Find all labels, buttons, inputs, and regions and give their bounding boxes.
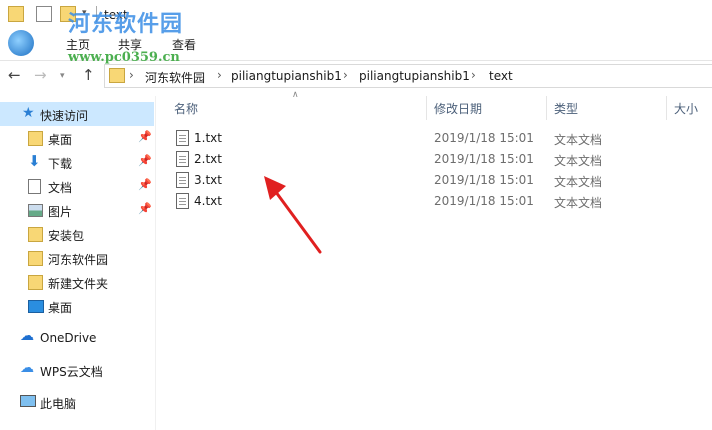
column-divider[interactable] — [666, 96, 667, 120]
sidebar-item-label: 快速访问 — [40, 109, 89, 123]
sidebar-item-label: OneDrive — [40, 331, 97, 345]
column-divider[interactable] — [546, 96, 547, 120]
document-icon — [28, 179, 41, 194]
breadcrumb-item[interactable]: piliangtupianshib1 — [359, 69, 470, 83]
folder-icon — [28, 251, 43, 266]
sidebar-item-label: 此电脑 — [40, 397, 77, 411]
sidebar-item-documents[interactable]: 文档 📌 — [0, 174, 154, 198]
sidebar-item-onedrive[interactable]: ☁ OneDrive — [0, 326, 154, 350]
sidebar-item-label: 下载 — [48, 157, 73, 171]
file-row[interactable]: 3.txt 2019/1/18 15:01 文本文档 — [170, 169, 712, 190]
up-icon[interactable]: ↑ — [82, 66, 95, 84]
column-header-name[interactable]: 名称 — [174, 100, 198, 117]
file-type: 文本文档 — [554, 175, 603, 189]
sidebar-item-label: 文档 — [48, 181, 73, 195]
pin-icon[interactable]: 📌 — [138, 154, 152, 167]
chevron-right-icon: › — [129, 68, 134, 82]
file-date: 2019/1/18 15:01 — [434, 173, 534, 187]
sidebar-item-label: 新建文件夹 — [48, 277, 109, 291]
file-row[interactable]: 2.txt 2019/1/18 15:01 文本文档 — [170, 148, 712, 169]
file-type: 文本文档 — [554, 196, 603, 210]
address-bar[interactable]: › 河东软件园 › piliangtupianshib1 › piliangtu… — [104, 64, 712, 88]
sidebar-item-label: 河东软件园 — [48, 253, 109, 267]
cloud-icon: ☁ — [20, 328, 34, 344]
file-name: 2.txt — [194, 152, 222, 166]
text-file-icon — [176, 130, 189, 146]
cloud-outline-icon: ☁ — [20, 360, 34, 376]
folder-icon — [8, 6, 24, 22]
sidebar-item-this-pc[interactable]: 此电脑 — [0, 390, 154, 414]
file-date: 2019/1/18 15:01 — [434, 152, 534, 166]
column-header-size[interactable]: 大小 — [674, 100, 698, 117]
column-header-type[interactable]: 类型 — [554, 100, 578, 117]
pin-icon[interactable]: 📌 — [138, 130, 152, 143]
sidebar-item-label: WPS云文档 — [40, 365, 103, 379]
file-row[interactable]: 1.txt 2019/1/18 15:01 文本文档 — [170, 127, 712, 148]
sidebar-item-desktop-root[interactable]: 桌面 — [0, 294, 154, 318]
file-date: 2019/1/18 15:01 — [434, 194, 534, 208]
sidebar-item-hedong[interactable]: 河东软件园 — [0, 246, 154, 270]
sidebar-item-new-folder[interactable]: 新建文件夹 — [0, 270, 154, 294]
pin-icon[interactable]: 📌 — [138, 178, 152, 191]
annotation-arrow-icon — [264, 176, 322, 254]
sidebar-item-downloads[interactable]: ⬇ 下载 📌 — [0, 150, 154, 174]
folder-icon — [109, 68, 125, 83]
sidebar-item-desktop[interactable]: 桌面 📌 — [0, 126, 154, 150]
text-file-icon — [176, 193, 189, 209]
recent-dropdown-icon[interactable]: ▾ — [60, 71, 65, 81]
chevron-right-icon: › — [471, 68, 476, 82]
folder-icon — [28, 131, 43, 146]
desktop-icon — [28, 300, 44, 313]
file-name: 1.txt — [194, 131, 222, 145]
breadcrumb-item[interactable]: text — [489, 69, 513, 83]
file-name: 4.txt — [194, 194, 222, 208]
navigation-pane: ★ 快速访问 桌面 📌 ⬇ 下载 📌 文档 📌 图片 📌 安装包 河东软件园 新… — [0, 96, 155, 430]
forward-icon[interactable]: → — [34, 66, 47, 84]
sidebar-item-quick-access[interactable]: ★ 快速访问 — [0, 102, 154, 126]
chevron-right-icon: › — [217, 68, 222, 82]
picture-icon — [28, 204, 43, 217]
back-icon[interactable]: ← — [8, 66, 21, 84]
sidebar-item-label: 桌面 — [48, 133, 73, 147]
sidebar-item-installers[interactable]: 安装包 — [0, 222, 154, 246]
sidebar-item-pictures[interactable]: 图片 📌 — [0, 198, 154, 222]
file-type: 文本文档 — [554, 133, 603, 147]
sidebar-item-label: 桌面 — [48, 301, 73, 315]
star-icon: ★ — [22, 105, 35, 121]
chevron-right-icon: › — [343, 68, 348, 82]
text-file-icon — [176, 151, 189, 167]
folder-icon — [28, 227, 43, 242]
column-header-date[interactable]: 修改日期 — [434, 100, 482, 117]
sidebar-item-wps-cloud[interactable]: ☁ WPS云文档 — [0, 358, 154, 382]
column-divider[interactable] — [426, 96, 427, 120]
watermark-url: www.pc0359.cn — [68, 50, 180, 65]
file-type: 文本文档 — [554, 154, 603, 168]
pane-divider[interactable] — [155, 96, 156, 430]
computer-icon — [20, 395, 36, 407]
file-name: 3.txt — [194, 173, 222, 187]
pin-icon[interactable]: 📌 — [138, 202, 152, 215]
file-row[interactable]: 4.txt 2019/1/18 15:01 文本文档 — [170, 190, 712, 211]
file-date: 2019/1/18 15:01 — [434, 131, 534, 145]
breadcrumb-item[interactable]: piliangtupianshib1 — [231, 69, 342, 83]
sidebar-item-label: 安装包 — [48, 229, 85, 243]
sort-ascending-icon: ∧ — [292, 90, 299, 100]
breadcrumb-item[interactable]: 河东软件园 — [145, 69, 205, 86]
download-icon: ⬇ — [28, 152, 41, 170]
properties-icon[interactable] — [36, 6, 52, 22]
sidebar-item-label: 图片 — [48, 205, 73, 219]
text-file-icon — [176, 172, 189, 188]
folder-icon — [28, 275, 43, 290]
